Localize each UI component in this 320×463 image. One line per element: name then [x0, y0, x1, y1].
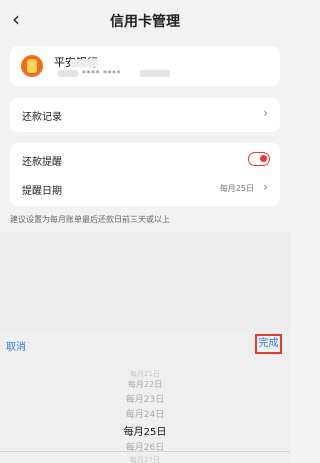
redacted-block — [70, 59, 98, 67]
card-number: **** **** — [82, 69, 122, 78]
redacted-block — [58, 70, 78, 77]
picker-option[interactable]: 每月24日 — [0, 407, 290, 420]
page-title: 信用卡管理 — [110, 14, 180, 30]
picker-option[interactable]: 每月26日 — [0, 440, 290, 453]
reminder-toggle[interactable] — [248, 152, 270, 166]
date-picker: 取消 完成 每月21日 每月22日 每月23日 每月24日 每月25日 每月26… — [0, 332, 290, 463]
redacted-block — [140, 70, 170, 77]
done-button[interactable]: 完成 — [255, 334, 282, 354]
chevron-right-icon: › — [263, 180, 268, 194]
repay-records-label: 还款记录 — [22, 112, 62, 123]
reminder-date-label: 提醒日期 — [22, 186, 62, 197]
repay-records-row[interactable]: 还款记录 › — [10, 98, 280, 132]
dim-overlay — [0, 232, 290, 332]
repay-reminder-label: 还款提醒 — [22, 157, 62, 168]
repay-records-card[interactable]: 还款记录 › — [10, 98, 280, 132]
day-wheel[interactable]: 每月21日 每月22日 每月23日 每月24日 每月25日 每月26日 每月27… — [0, 358, 290, 463]
picker-option[interactable]: 每月22日 — [0, 379, 290, 390]
chevron-right-icon: › — [263, 106, 268, 120]
reminder-date-value: 每月25日 — [219, 184, 254, 193]
bank-logo-icon — [21, 55, 43, 77]
reminder-card: 还款提醒 提醒日期 每月25日 › — [10, 143, 280, 206]
picker-option-selected[interactable]: 每月25日 — [0, 423, 290, 438]
picker-toolbar: 取消 完成 — [0, 332, 290, 358]
hint-text: 建议设置为每月账单最后还款日前三天或以上 — [10, 215, 170, 224]
picker-option[interactable]: 每月21日 — [0, 369, 290, 379]
reminder-date-row[interactable]: 提醒日期 每月25日 › — [10, 172, 280, 206]
bank-card[interactable]: 平安银行 **** **** — [10, 46, 280, 86]
cancel-button[interactable]: 取消 — [6, 338, 26, 353]
picker-option[interactable]: 每月27日 — [0, 455, 290, 463]
top-bar: ‹ 信用卡管理 — [0, 0, 290, 40]
toggle-knob — [260, 155, 267, 162]
picker-option[interactable]: 每月23日 — [0, 392, 290, 405]
